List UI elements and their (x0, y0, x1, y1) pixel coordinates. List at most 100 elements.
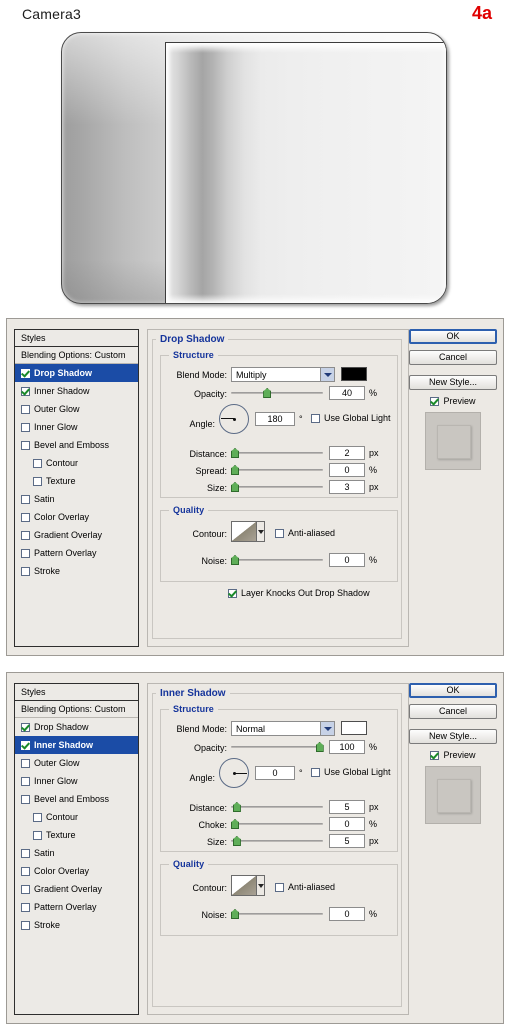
style-row-contour[interactable]: Contour (15, 454, 138, 472)
checkbox-inner-shadow-2[interactable] (21, 741, 30, 750)
checkbox-preview-2[interactable] (430, 751, 439, 760)
distance-slider-thumb-2[interactable] (233, 802, 241, 812)
angle-dial-2[interactable] (219, 758, 249, 788)
checkbox-drop-shadow-2[interactable] (21, 723, 30, 732)
style-row-outer-glow-2[interactable]: Outer Glow (15, 754, 138, 772)
style-row-inner-shadow[interactable]: Inner Shadow (15, 382, 138, 400)
checkbox-contour-2[interactable] (33, 813, 42, 822)
contour-preset-swatch-2[interactable] (231, 875, 265, 896)
opacity-slider[interactable] (231, 387, 323, 399)
checkbox-layer-knocks-out[interactable] (228, 589, 237, 598)
checkbox-color-overlay-2[interactable] (21, 867, 30, 876)
spread-slider-thumb[interactable] (231, 465, 239, 475)
style-row-outer-glow[interactable]: Outer Glow (15, 400, 138, 418)
noise-slider-thumb-2[interactable] (231, 909, 239, 919)
blending-options-row-2[interactable]: Blending Options: Custom (15, 701, 138, 718)
style-row-color-overlay-2[interactable]: Color Overlay (15, 862, 138, 880)
noise-input-2[interactable]: 0 (329, 907, 365, 921)
style-row-gradient-overlay[interactable]: Gradient Overlay (15, 526, 138, 544)
style-row-inner-glow-2[interactable]: Inner Glow (15, 772, 138, 790)
size-slider-2[interactable] (231, 835, 323, 847)
chevron-down-icon-2[interactable] (320, 722, 334, 735)
checkbox-color-overlay[interactable] (21, 513, 30, 522)
checkbox-texture[interactable] (33, 477, 42, 486)
opacity-input[interactable]: 40 (329, 386, 365, 400)
checkbox-gradient-overlay[interactable] (21, 531, 30, 540)
noise-slider-2[interactable] (231, 908, 323, 920)
cancel-button[interactable]: Cancel (409, 350, 497, 365)
size-input-2[interactable]: 5 (329, 834, 365, 848)
new-style-button-2[interactable]: New Style... (409, 729, 497, 744)
checkbox-drop-shadow[interactable] (21, 369, 30, 378)
checkbox-satin[interactable] (21, 495, 30, 504)
checkbox-bevel-and-emboss-2[interactable] (21, 795, 30, 804)
opacity-slider-2[interactable] (231, 741, 323, 753)
style-row-inner-shadow-2[interactable]: Inner Shadow (15, 736, 138, 754)
distance-slider[interactable] (231, 447, 323, 459)
blending-options-row[interactable]: Blending Options: Custom (15, 347, 138, 364)
layer-knocks-out-row[interactable]: Layer Knocks Out Drop Shadow (228, 588, 370, 598)
preview-toggle-row[interactable]: Preview (409, 396, 497, 406)
checkbox-gradient-overlay-2[interactable] (21, 885, 30, 894)
style-row-satin[interactable]: Satin (15, 490, 138, 508)
checkbox-inner-glow-2[interactable] (21, 777, 30, 786)
style-row-contour-2[interactable]: Contour (15, 808, 138, 826)
style-row-texture[interactable]: Texture (15, 472, 138, 490)
ok-button-2[interactable]: OK (409, 683, 497, 698)
checkbox-inner-glow[interactable] (21, 423, 30, 432)
angle-input[interactable]: 180 (255, 412, 295, 426)
style-row-pattern-overlay-2[interactable]: Pattern Overlay (15, 898, 138, 916)
ok-button[interactable]: OK (409, 329, 497, 344)
noise-input[interactable]: 0 (329, 553, 365, 567)
checkbox-texture-2[interactable] (33, 831, 42, 840)
choke-slider-thumb[interactable] (231, 819, 239, 829)
contour-preset-swatch[interactable] (231, 521, 265, 542)
size-input[interactable]: 3 (329, 480, 365, 494)
contour-dropdown-arrow-icon[interactable] (257, 522, 264, 541)
size-slider-thumb[interactable] (231, 482, 239, 492)
shadow-color-swatch[interactable] (341, 367, 367, 381)
checkbox-outer-glow-2[interactable] (21, 759, 30, 768)
blend-mode-select-2[interactable]: Normal (231, 721, 335, 736)
size-slider-thumb-2[interactable] (233, 836, 241, 846)
anti-aliased-row-2[interactable]: Anti-aliased (275, 882, 335, 892)
opacity-slider-thumb[interactable] (263, 388, 271, 398)
checkbox-use-global-light-2[interactable] (311, 768, 320, 777)
style-row-drop-shadow[interactable]: Drop Shadow (15, 364, 138, 382)
distance-slider-2[interactable] (231, 801, 323, 813)
distance-input-2[interactable]: 5 (329, 800, 365, 814)
checkbox-anti-aliased-2[interactable] (275, 883, 284, 892)
style-row-bevel-and-emboss-2[interactable]: Bevel and Emboss (15, 790, 138, 808)
checkbox-pattern-overlay[interactable] (21, 549, 30, 558)
style-row-pattern-overlay[interactable]: Pattern Overlay (15, 544, 138, 562)
checkbox-satin-2[interactable] (21, 849, 30, 858)
choke-input[interactable]: 0 (329, 817, 365, 831)
angle-dial[interactable] (219, 404, 249, 434)
checkbox-pattern-overlay-2[interactable] (21, 903, 30, 912)
cancel-button-2[interactable]: Cancel (409, 704, 497, 719)
checkbox-contour[interactable] (33, 459, 42, 468)
checkbox-inner-shadow[interactable] (21, 387, 30, 396)
checkbox-preview[interactable] (430, 397, 439, 406)
style-row-bevel-and-emboss[interactable]: Bevel and Emboss (15, 436, 138, 454)
style-row-inner-glow[interactable]: Inner Glow (15, 418, 138, 436)
checkbox-stroke-2[interactable] (21, 921, 30, 930)
checkbox-use-global-light[interactable] (311, 414, 320, 423)
anti-aliased-row[interactable]: Anti-aliased (275, 528, 335, 538)
contour-dropdown-arrow-icon-2[interactable] (257, 876, 264, 895)
new-style-button[interactable]: New Style... (409, 375, 497, 390)
checkbox-outer-glow[interactable] (21, 405, 30, 414)
chevron-down-icon[interactable] (320, 368, 334, 381)
noise-slider-thumb[interactable] (231, 555, 239, 565)
style-row-stroke[interactable]: Stroke (15, 562, 138, 580)
angle-input-2[interactable]: 0 (255, 766, 295, 780)
preview-toggle-row-2[interactable]: Preview (409, 750, 497, 760)
blend-mode-select[interactable]: Multiply (231, 367, 335, 382)
style-row-stroke-2[interactable]: Stroke (15, 916, 138, 934)
style-row-drop-shadow-2[interactable]: Drop Shadow (15, 718, 138, 736)
choke-slider[interactable] (231, 818, 323, 830)
use-global-light-row-2[interactable]: Use Global Light (311, 767, 391, 777)
size-slider[interactable] (231, 481, 323, 493)
style-row-satin-2[interactable]: Satin (15, 844, 138, 862)
spread-slider[interactable] (231, 464, 323, 476)
